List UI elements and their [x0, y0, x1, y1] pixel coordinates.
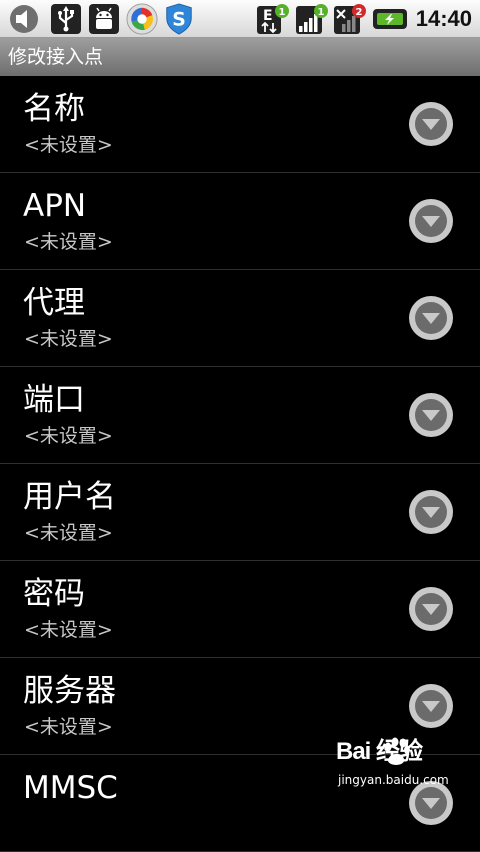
volume-icon — [10, 5, 38, 33]
badge-count: 2 — [356, 7, 363, 18]
android-debug-icon — [89, 4, 119, 34]
list-item-label: APN — [23, 188, 87, 224]
list-item-value: <未设置> — [24, 716, 113, 738]
expand-button-icon[interactable] — [408, 586, 454, 632]
edge-network-icon: E 1 — [257, 4, 289, 34]
page-title: 修改接入点 — [8, 46, 104, 68]
list-item-value: <未设置> — [24, 328, 113, 350]
list-item-label: MMSC — [23, 770, 118, 806]
list-item-label: 密码 — [23, 576, 85, 612]
expand-button-icon[interactable] — [408, 295, 454, 341]
list-item-proxy[interactable]: 代理 <未设置> — [0, 270, 480, 367]
battery-charging-icon — [373, 9, 407, 29]
list-item-value: <未设置> — [24, 425, 113, 447]
no-signal-icon: 2 — [334, 4, 366, 34]
baidu-watermark: Bai 经验 jingyan.baidu.com — [330, 735, 480, 800]
list-item-label: 代理 — [23, 285, 85, 321]
watermark-url: jingyan.baidu.com — [338, 773, 449, 787]
paw-icon — [384, 737, 410, 765]
list-item-username[interactable]: 用户名 <未设置> — [0, 464, 480, 561]
list-item-value: <未设置> — [24, 522, 113, 544]
title-bar: 修改接入点 — [0, 38, 480, 76]
list-item-value: <未设置> — [24, 231, 113, 253]
expand-button-icon[interactable] — [408, 683, 454, 729]
status-bar: S E 1 1 2 14:40 — [0, 0, 480, 38]
expand-button-icon[interactable] — [408, 101, 454, 147]
list-item-label: 服务器 — [23, 673, 116, 709]
list-item-name[interactable]: 名称 <未设置> — [0, 76, 480, 173]
list-item-label: 用户名 — [23, 479, 116, 515]
list-item-label: 端口 — [23, 382, 85, 418]
edge-label: E — [263, 8, 273, 24]
clock: 14:40 — [415, 6, 472, 31]
signal-icon: 1 — [296, 4, 328, 34]
list-item-value: <未设置> — [24, 134, 113, 156]
list-item-value: <未设置> — [24, 619, 113, 641]
list-item-apn[interactable]: APN <未设置> — [0, 173, 480, 270]
list-item-label: 名称 — [23, 91, 85, 127]
badge-count: 1 — [279, 7, 286, 18]
expand-button-icon[interactable] — [408, 392, 454, 438]
browser-icon — [126, 3, 158, 35]
shield-s-icon: S — [166, 3, 192, 35]
expand-button-icon[interactable] — [408, 198, 454, 244]
svg-text:S: S — [172, 10, 186, 31]
list-item-port[interactable]: 端口 <未设置> — [0, 367, 480, 464]
usb-icon — [51, 4, 81, 34]
badge-count: 1 — [318, 7, 325, 18]
expand-button-icon[interactable] — [408, 489, 454, 535]
list-item-password[interactable]: 密码 <未设置> — [0, 561, 480, 658]
